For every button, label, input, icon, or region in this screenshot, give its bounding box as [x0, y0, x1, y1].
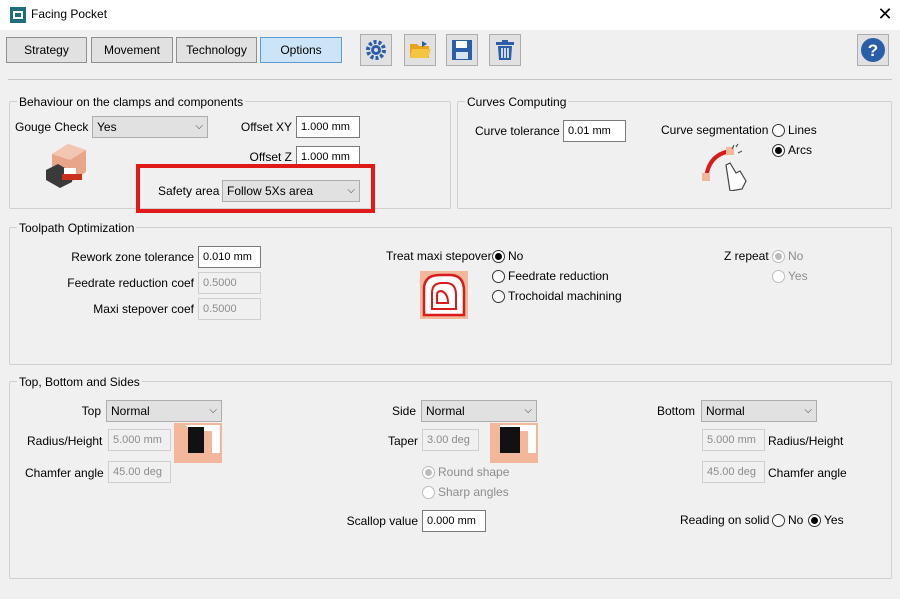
- app-icon: [10, 7, 26, 23]
- settings-gear-icon[interactable]: [360, 34, 392, 66]
- top-profile-illustration: [174, 423, 222, 463]
- arcs-radio-label: Arcs: [788, 143, 812, 157]
- side-label: Side: [391, 404, 416, 418]
- reading-yes-label: Yes: [824, 513, 844, 527]
- treat-feedrate-radio[interactable]: [492, 270, 505, 283]
- open-folder-icon[interactable]: [404, 34, 436, 66]
- z-repeat-no-label: No: [788, 249, 804, 263]
- side-value: Normal: [426, 404, 465, 418]
- z-repeat-label: Z repeat: [724, 249, 769, 263]
- maxi-stepover-illustration: [420, 271, 468, 319]
- title-bar: Facing Pocket ✕: [0, 0, 900, 30]
- help-symbol: ?: [868, 41, 878, 60]
- offset-xy-label: Offset XY: [240, 120, 292, 134]
- behaviour-group-title: Behaviour on the clamps and components: [17, 95, 246, 109]
- sharp-angles-radio[interactable]: [422, 486, 435, 499]
- lines-radio-label: Lines: [788, 123, 817, 137]
- z-repeat-no-radio[interactable]: [772, 250, 785, 263]
- z-repeat-yes-radio[interactable]: [772, 270, 785, 283]
- scallop-value-field[interactable]: 0.000 mm: [422, 510, 486, 532]
- gouge-check-label: Gouge Check: [15, 120, 89, 134]
- window-title: Facing Pocket: [31, 7, 108, 21]
- reading-no-label: No: [788, 513, 804, 527]
- top-label: Top: [81, 404, 101, 418]
- maxi-stepover-coef-label: Maxi stepover coef: [93, 302, 194, 316]
- curve-segmentation-illustration: [702, 143, 747, 191]
- bottom-chamfer-label: Chamfer angle: [768, 466, 847, 480]
- offset-z-label: Offset Z: [249, 150, 292, 164]
- side-profile-illustration: [490, 423, 538, 463]
- tab-options[interactable]: Options: [260, 37, 342, 63]
- clamp-illustration: [46, 144, 86, 188]
- curve-segmentation-label: Curve segmentation: [661, 123, 769, 137]
- scallop-value-label: Scallop value: [346, 514, 418, 528]
- top-chamfer-label: Chamfer angle: [25, 466, 104, 480]
- offset-xy-field[interactable]: 1.000 mm: [296, 116, 360, 138]
- chevron-down-icon: ⌵: [195, 121, 203, 132]
- bottom-select[interactable]: Normal ⌵: [701, 400, 817, 422]
- round-shape-radio[interactable]: [422, 466, 435, 479]
- side-select[interactable]: Normal ⌵: [421, 400, 537, 422]
- bottom-radius-field[interactable]: 5.000 mm: [702, 429, 765, 451]
- top-value: Normal: [111, 404, 150, 418]
- round-shape-label: Round shape: [438, 465, 510, 479]
- reading-yes-radio[interactable]: [808, 514, 821, 527]
- curves-group-title: Curves Computing: [465, 95, 569, 109]
- toolbar-separator: [8, 79, 892, 80]
- close-icon[interactable]: ✕: [874, 4, 896, 26]
- gouge-check-select[interactable]: Yes ⌵: [92, 116, 208, 138]
- curve-tolerance-label: Curve tolerance: [475, 124, 560, 138]
- treat-maxi-stepover-label: Treat maxi stepover: [386, 249, 492, 263]
- top-chamfer-field[interactable]: 45.00 deg: [108, 461, 171, 483]
- top-select[interactable]: Normal ⌵: [106, 400, 222, 422]
- bottom-value: Normal: [706, 404, 745, 418]
- sharp-angles-label: Sharp angles: [438, 485, 509, 499]
- sides-group-title: Top, Bottom and Sides: [17, 375, 142, 389]
- curves-group: [457, 101, 892, 209]
- treat-feedrate-label: Feedrate reduction: [508, 269, 609, 283]
- arcs-radio[interactable]: [772, 144, 785, 157]
- chevron-down-icon: ⌵: [804, 405, 812, 416]
- treat-trochoidal-radio[interactable]: [492, 290, 505, 303]
- highlight-box: [136, 164, 375, 213]
- tab-strategy[interactable]: Strategy: [6, 37, 87, 63]
- save-disk-icon[interactable]: [446, 34, 478, 66]
- lines-radio[interactable]: [772, 124, 785, 137]
- top-radius-field[interactable]: 5.000 mm: [108, 429, 171, 451]
- bottom-radius-height-label: Radius/Height: [768, 434, 844, 448]
- z-repeat-yes-label: Yes: [788, 269, 808, 283]
- tab-technology[interactable]: Technology: [176, 37, 257, 63]
- taper-label: Taper: [387, 434, 418, 448]
- feedrate-coef-field[interactable]: 0.5000: [198, 272, 261, 294]
- tab-movement[interactable]: Movement: [91, 37, 173, 63]
- top-radius-height-label: Radius/Height: [27, 434, 103, 448]
- maxi-stepover-coef-field[interactable]: 0.5000: [198, 298, 261, 320]
- help-icon[interactable]: ?: [857, 34, 889, 66]
- rework-tolerance-field[interactable]: 0.010 mm: [198, 246, 261, 268]
- delete-trash-icon[interactable]: [489, 34, 521, 66]
- curve-tolerance-field[interactable]: 0.01 mm: [563, 120, 626, 142]
- taper-field[interactable]: 3.00 deg: [422, 429, 479, 451]
- toolpath-group-title: Toolpath Optimization: [17, 221, 137, 235]
- bottom-chamfer-field[interactable]: 45.00 deg: [702, 461, 765, 483]
- treat-trochoidal-label: Trochoidal machining: [508, 289, 622, 303]
- feedrate-coef-label: Feedrate reduction coef: [67, 276, 194, 290]
- gouge-check-value: Yes: [97, 120, 117, 134]
- chevron-down-icon: ⌵: [524, 405, 532, 416]
- bottom-label: Bottom: [656, 404, 695, 418]
- reading-no-radio[interactable]: [772, 514, 785, 527]
- reading-on-solid-label: Reading on solid: [680, 513, 770, 527]
- chevron-down-icon: ⌵: [209, 405, 217, 416]
- treat-no-radio[interactable]: [492, 250, 505, 263]
- rework-tolerance-label: Rework zone tolerance: [71, 250, 194, 264]
- treat-no-label: No: [508, 249, 524, 263]
